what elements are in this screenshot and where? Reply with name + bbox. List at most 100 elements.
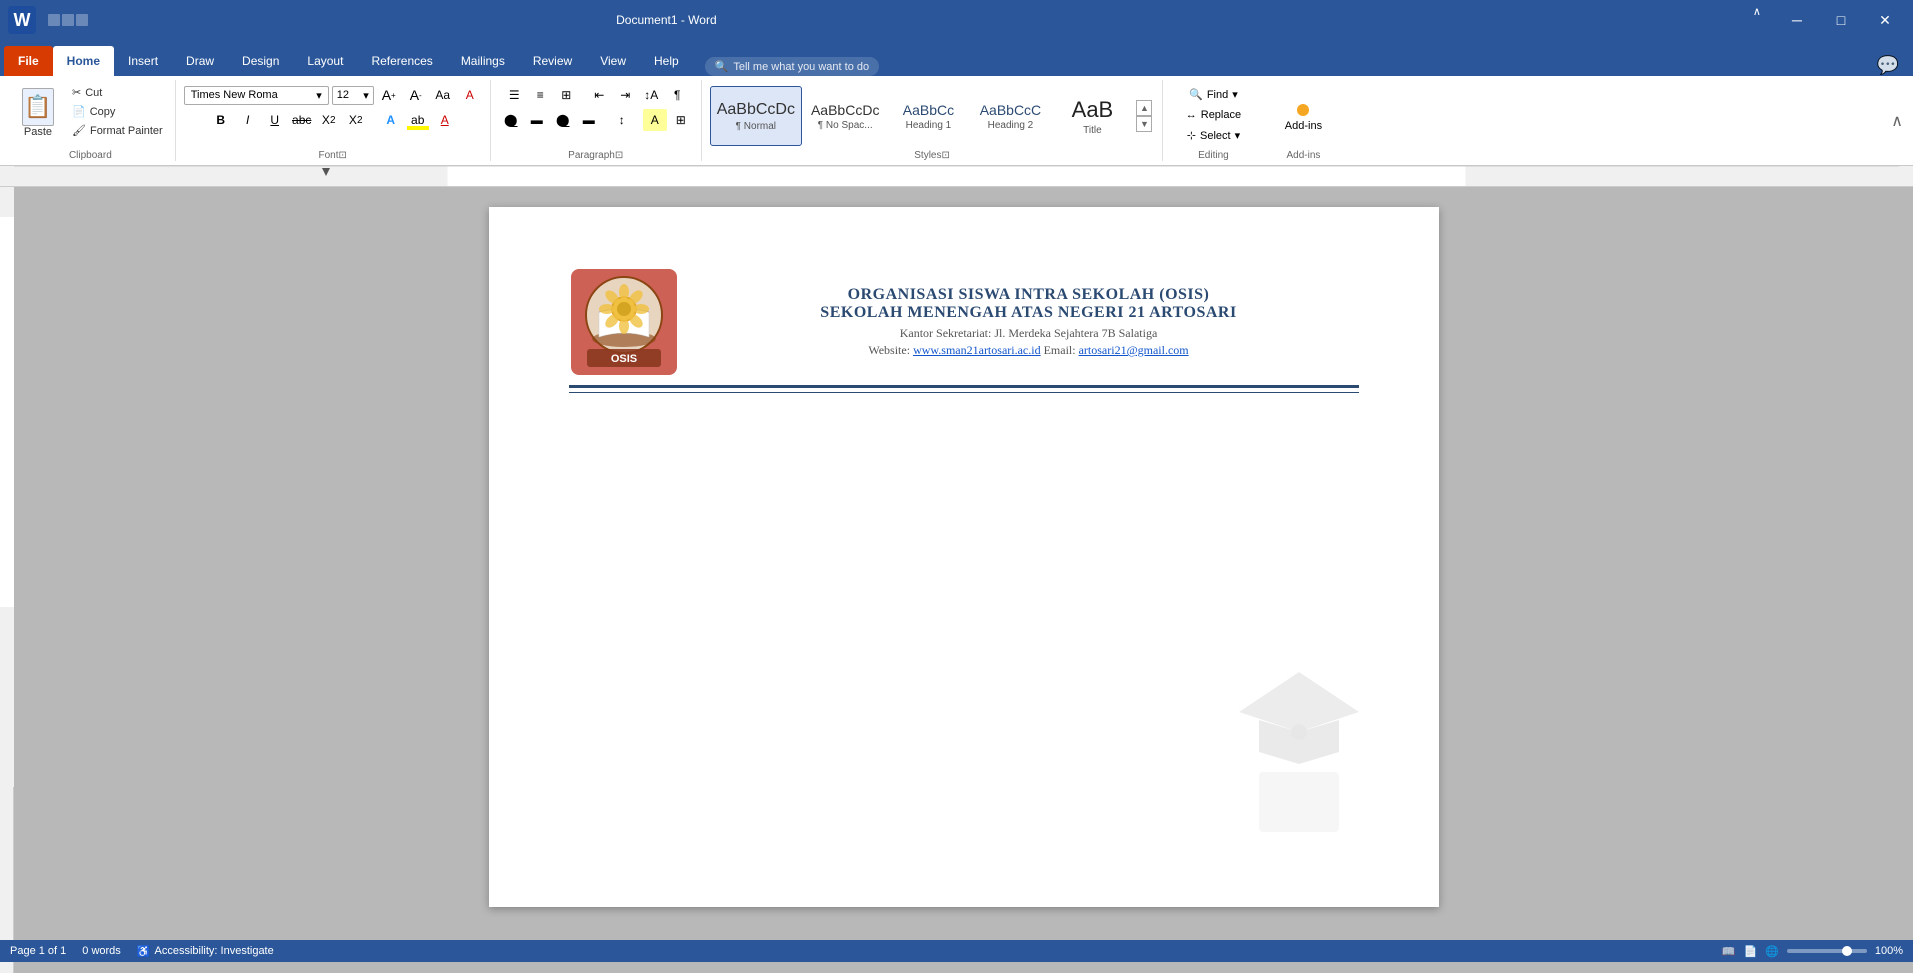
paragraph-group: ☰ ≡ ⊞ ⇤ ⇥ ↕A ¶ ⬤̲ ▬ ⬤̲ ▬ ↕ A ⊞ Paragrap [491,80,702,161]
clear-format-button[interactable]: A [458,84,482,106]
style-heading1[interactable]: AaBbCc Heading 1 [888,86,968,146]
style-normal-label: ¶ Normal [736,121,776,132]
tab-insert[interactable]: Insert [114,46,172,76]
underline-button[interactable]: U [263,109,287,131]
zoom-thumb [1842,946,1852,956]
style-heading2-label: Heading 2 [988,120,1034,131]
font-shrink-button[interactable]: A- [404,84,428,106]
email-label: Email: [1044,343,1076,357]
font-size-arrow: ▾ [363,89,369,102]
tab-view[interactable]: View [586,46,640,76]
zoom-level: 100% [1875,945,1903,957]
view-read-icon[interactable]: 📖 [1722,945,1736,958]
tab-mailings[interactable]: Mailings [447,46,519,76]
change-case-button[interactable]: Aa [431,84,455,106]
email-link[interactable]: artosari21@gmail.com [1079,343,1189,357]
document-scroll-area[interactable]: OSIS ORGANISASI SISWA INTRA SEKOLAH (OSI… [14,187,1913,973]
style-nospace-label: ¶ No Spac... [818,120,873,131]
tell-me-search[interactable]: 🔍 Tell me what you want to do [705,57,879,76]
paste-button[interactable]: 📋 Paste [14,84,62,142]
ribbon-body: 📋 Paste ✂ Cut 📄 Copy 🖌 Format Painter Cl… [0,76,1913,166]
ribbon-collapse-btn[interactable]: ∧ [1891,80,1907,161]
tab-draw[interactable]: Draw [172,46,228,76]
font-group-label: Font ⊡ [319,148,347,161]
horizontal-ruler [14,166,1899,186]
styles-scroll-down[interactable]: ▼ [1136,116,1152,132]
numbering-button[interactable]: ≡ [528,84,552,106]
ribbon-collapse[interactable]: ∧ [1753,5,1761,35]
ruler-left-pad [0,166,14,186]
increase-indent-button[interactable]: ⇥ [613,84,637,106]
find-button[interactable]: 🔍 Find ▾ [1183,86,1244,103]
letterhead: OSIS ORGANISASI SISWA INTRA SEKOLAH (OSI… [569,267,1359,377]
copy-label: Copy [90,106,116,118]
watermark [1199,642,1399,847]
replace-button[interactable]: ↔ Replace [1180,107,1247,123]
paragraph-dialog-launcher[interactable]: ⊡ [615,150,623,161]
decrease-indent-button[interactable]: ⇤ [587,84,611,106]
italic-button[interactable]: I [236,109,260,131]
website-link[interactable]: www.sman21artosari.ac.id [913,343,1041,357]
font-color-button[interactable]: A [433,109,457,131]
format-painter-button[interactable]: 🖌 Format Painter [68,122,167,139]
tab-design[interactable]: Design [228,46,293,76]
chat-icon[interactable]: 💬 [1867,55,1909,76]
font-selector-row: Times New Roma ▾ 12 ▾ A+ A- Aa A [184,84,482,106]
tab-review[interactable]: Review [519,46,586,76]
font-grow-button[interactable]: A+ [377,84,401,106]
multilevel-list-button[interactable]: ⊞ [554,84,578,106]
font-dialog-launcher[interactable]: ⊡ [339,150,347,161]
add-ins-button[interactable]: Add-ins [1273,100,1334,136]
bullets-button[interactable]: ☰ [502,84,526,106]
cut-button[interactable]: ✂ Cut [68,84,167,101]
strikethrough-button[interactable]: abc [290,109,314,131]
font-family-selector[interactable]: Times New Roma ▾ [184,86,329,105]
minimize-button[interactable]: ─ [1777,5,1817,35]
maximize-button[interactable]: □ [1821,5,1861,35]
align-right-button[interactable]: ⬤̲ [551,109,575,131]
shading-button[interactable]: A [643,109,667,131]
page-info: Page 1 of 1 [10,945,66,957]
tab-home[interactable]: Home [53,46,114,76]
font-size-selector[interactable]: 12 ▾ [332,86,374,105]
justify-button[interactable]: ▬ [577,109,601,131]
line-spacing-button[interactable]: ↕ [610,109,634,131]
show-marks-button[interactable]: ¶ [665,84,689,106]
copy-button[interactable]: 📄 Copy [68,103,167,120]
sort-button[interactable]: ↕A [639,84,663,106]
view-print-icon[interactable]: 📄 [1743,945,1757,958]
quick-save[interactable] [48,14,60,26]
accessibility-status[interactable]: ♿ Accessibility: Investigate [137,945,274,958]
bold-button[interactable]: B [209,109,233,131]
highlight-button[interactable]: ab [406,109,430,131]
subscript-button[interactable]: X2 [317,109,341,131]
tab-file[interactable]: File [4,46,53,76]
style-heading2[interactable]: AaBbCcC Heading 2 [970,86,1050,146]
select-button[interactable]: ⊹ Select ▾ [1181,127,1246,144]
tab-layout[interactable]: Layout [293,46,357,76]
zoom-slider[interactable] [1787,949,1867,953]
text-effects-button[interactable]: A [379,109,403,131]
find-arrow: ▾ [1232,88,1238,101]
tab-references[interactable]: References [357,46,446,76]
close-button[interactable]: ✕ [1865,5,1905,35]
addins-group-label: Add-ins [1286,148,1320,161]
style-title[interactable]: AaB Title [1052,86,1132,146]
styles-scroll-up[interactable]: ▲ [1136,100,1152,116]
align-left-button[interactable]: ⬤̲ [499,109,523,131]
style-title-label: Title [1083,125,1102,136]
border-button[interactable]: ⊞ [669,109,693,131]
styles-group: AaBbCcDc ¶ Normal AaBbCcDc ¶ No Spac... … [702,80,1164,161]
view-web-icon[interactable]: 🌐 [1765,945,1779,958]
accessibility-text: Accessibility: Investigate [155,945,274,957]
tab-help[interactable]: Help [640,46,693,76]
styles-dialog-launcher[interactable]: ⊡ [942,150,950,161]
title-bar: W Document1 - Word ∧ ─ □ ✕ [0,0,1913,40]
quick-redo[interactable] [76,14,88,26]
styles-scroll[interactable]: ▲ ▼ [1134,100,1154,132]
align-center-button[interactable]: ▬ [525,109,549,131]
style-nospace[interactable]: AaBbCcDc ¶ No Spac... [804,86,886,146]
superscript-button[interactable]: X2 [344,109,368,131]
style-normal[interactable]: AaBbCcDc ¶ Normal [710,86,802,146]
quick-undo[interactable] [62,14,74,26]
